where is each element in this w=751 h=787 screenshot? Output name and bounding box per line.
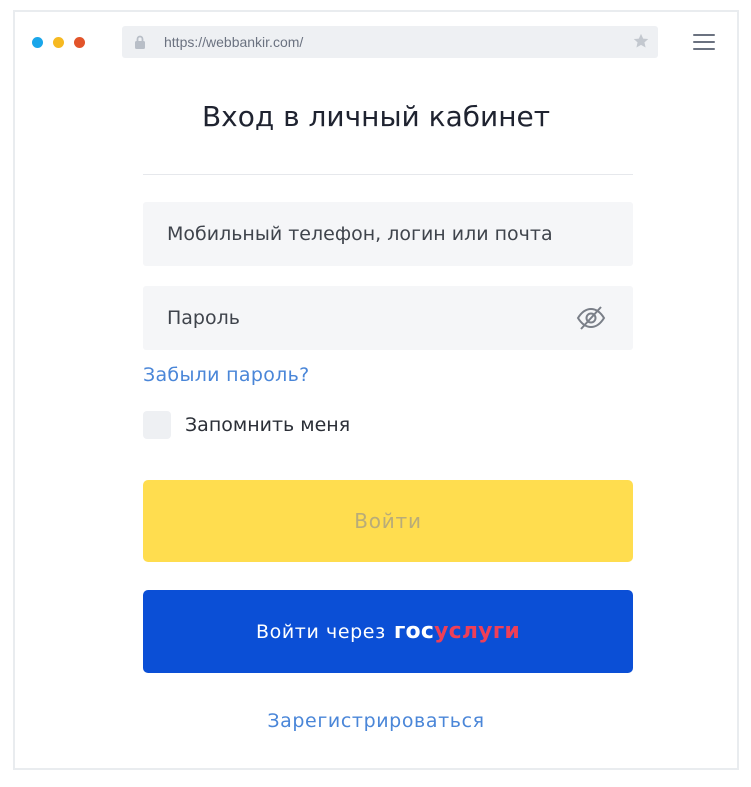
password-input[interactable] bbox=[143, 286, 633, 350]
gosuslugi-button-label: Войти через bbox=[255, 620, 386, 643]
eye-slash-icon[interactable] bbox=[575, 302, 607, 334]
login-field-container bbox=[143, 202, 633, 266]
url-text[interactable]: https://webbankir.com/ bbox=[164, 34, 303, 50]
title-divider bbox=[143, 174, 633, 175]
gosuslugi-logo: госуслуги bbox=[394, 619, 520, 644]
close-dot[interactable] bbox=[32, 37, 43, 48]
register-link[interactable]: Зарегистрироваться bbox=[15, 710, 737, 732]
browser-window: https://webbankir.com/ Вход в личный каб… bbox=[13, 10, 739, 770]
gosuslugi-login-button[interactable]: Войти через госуслуги bbox=[143, 590, 633, 673]
login-button[interactable]: Войти bbox=[143, 480, 633, 562]
lock-icon bbox=[135, 35, 145, 49]
hamburger-menu-icon[interactable] bbox=[693, 32, 717, 52]
minimize-dot[interactable] bbox=[53, 37, 64, 48]
remember-me-checkbox[interactable] bbox=[143, 411, 171, 439]
page-title: Вход в личный кабинет bbox=[201, 100, 551, 133]
address-bar[interactable]: https://webbankir.com/ bbox=[122, 26, 658, 58]
gosuslugi-logo-part2: услуги bbox=[434, 619, 521, 644]
password-field-container bbox=[143, 286, 633, 350]
gosuslugi-logo-part1: гос bbox=[393, 619, 435, 644]
maximize-dot[interactable] bbox=[74, 37, 85, 48]
star-icon[interactable] bbox=[632, 32, 650, 50]
remember-me-label[interactable]: Запомнить меня bbox=[185, 414, 350, 436]
login-input[interactable] bbox=[143, 202, 633, 266]
forgot-password-link[interactable]: Забыли пароль? bbox=[143, 364, 309, 386]
window-controls bbox=[32, 37, 85, 48]
